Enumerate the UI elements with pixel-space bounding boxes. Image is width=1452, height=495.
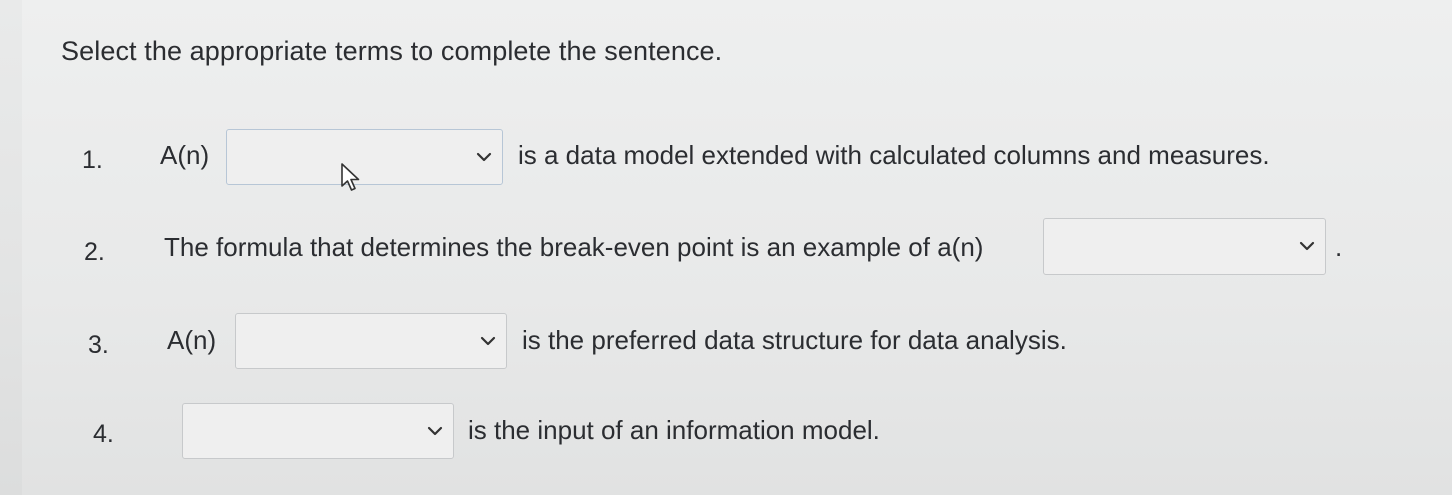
item-prefix: A(n) (167, 325, 217, 355)
item-number: 4. (93, 420, 114, 448)
item-number: 1. (82, 146, 103, 174)
chevron-down-icon (427, 426, 443, 436)
item-suffix: . (1335, 232, 1343, 262)
instruction-text: Select the appropriate terms to complete… (61, 36, 723, 66)
item-prefix: The formula that determines the break-ev… (164, 232, 984, 262)
chevron-down-icon (1299, 241, 1315, 251)
item-number: 3. (88, 331, 109, 359)
mouse-pointer-icon (341, 163, 360, 191)
item-suffix: is the preferred data structure for data… (522, 325, 1067, 355)
chevron-down-icon (476, 152, 492, 162)
chevron-down-icon (480, 336, 496, 346)
term-dropdown-2[interactable] (1043, 218, 1326, 275)
item-suffix: is the input of an information model. (468, 415, 880, 445)
term-dropdown-3[interactable] (235, 313, 507, 369)
term-dropdown-4[interactable] (182, 403, 454, 459)
item-prefix: A(n) (160, 140, 210, 170)
item-number: 2. (84, 238, 105, 266)
item-suffix: is a data model extended with calculated… (518, 140, 1270, 170)
